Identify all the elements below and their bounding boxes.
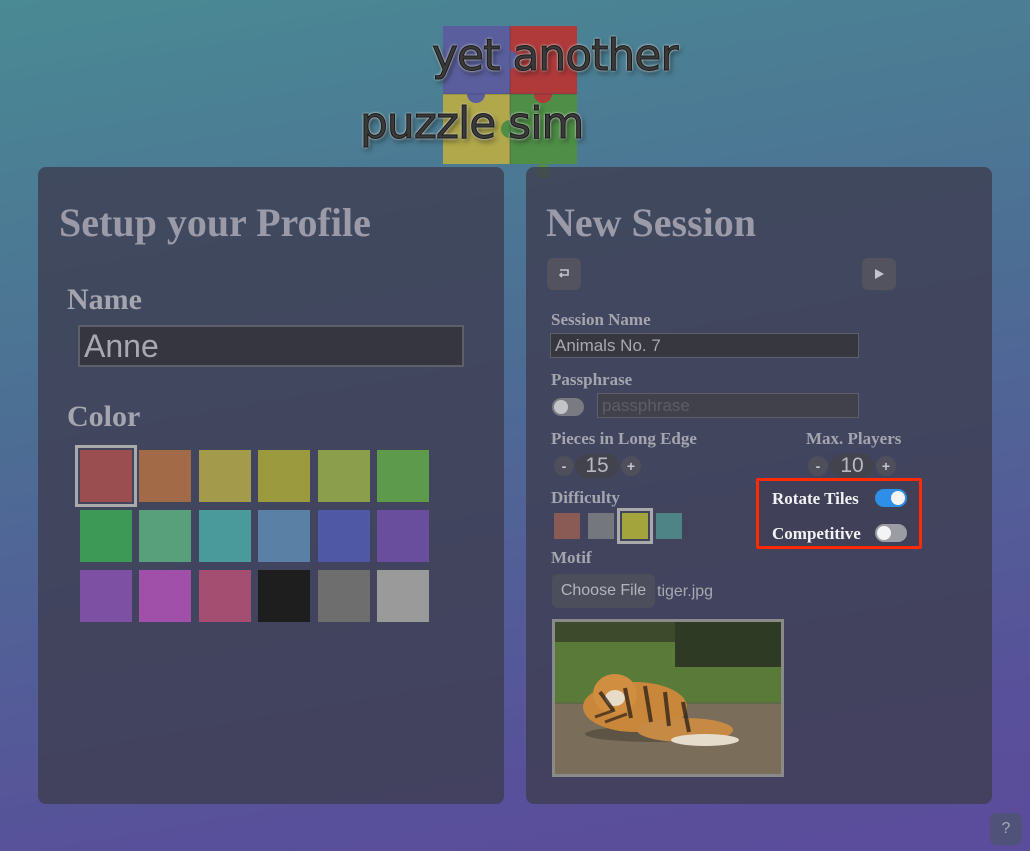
difficulty-option[interactable]	[588, 513, 614, 539]
pieces-value[interactable]: 15	[575, 454, 619, 478]
app-logo: yet another puzzle sim	[0, 0, 1030, 190]
motif-preview-image	[552, 619, 784, 777]
color-swatch[interactable]	[139, 450, 192, 502]
profile-panel: Setup your Profile Name Anne Color	[38, 167, 504, 804]
max-players-label: Max. Players	[806, 429, 902, 448]
name-input[interactable]: Anne	[78, 325, 464, 367]
color-swatch[interactable]	[75, 445, 137, 507]
session-name-input[interactable]: Animals No. 7	[550, 333, 859, 358]
help-button[interactable]: ?	[990, 813, 1022, 845]
color-label: Color	[67, 400, 141, 433]
color-swatch[interactable]	[198, 510, 251, 562]
color-swatch[interactable]	[198, 570, 251, 622]
passphrase-input[interactable]: passphrase	[597, 393, 859, 418]
logo-line-1: yet another	[431, 30, 678, 82]
color-swatch[interactable]	[80, 510, 132, 562]
play-icon	[875, 269, 884, 279]
difficulty-option[interactable]	[617, 508, 653, 544]
color-swatch[interactable]	[317, 570, 370, 622]
players-increment-button[interactable]: +	[876, 456, 896, 476]
rotate-tiles-label: Rotate Tiles	[772, 489, 859, 508]
name-label: Name	[67, 283, 142, 316]
session-name-label: Session Name	[551, 310, 651, 329]
return-arrow-icon	[558, 269, 569, 278]
color-swatch[interactable]	[377, 510, 429, 562]
color-swatch[interactable]	[317, 510, 370, 562]
color-swatch[interactable]	[317, 450, 370, 502]
session-title: New Session	[546, 200, 757, 245]
color-swatch[interactable]	[139, 510, 192, 562]
tiger-image	[555, 622, 781, 774]
competitive-label: Competitive	[772, 524, 861, 543]
difficulty-option[interactable]	[554, 513, 580, 539]
file-name: tiger.jpg	[657, 583, 714, 600]
profile-title: Setup your Profile	[59, 200, 371, 245]
pieces-label: Pieces in Long Edge	[551, 429, 697, 448]
color-swatch[interactable]	[139, 570, 192, 622]
color-swatch[interactable]	[377, 570, 429, 622]
motif-label: Motif	[551, 548, 592, 567]
color-swatch[interactable]	[80, 570, 132, 622]
rotate-tiles-toggle[interactable]	[875, 489, 907, 507]
difficulty-label: Difficulty	[551, 488, 620, 507]
color-swatch[interactable]	[258, 570, 311, 622]
passphrase-toggle[interactable]	[552, 398, 584, 416]
color-swatch[interactable]	[258, 450, 311, 502]
choose-file-button[interactable]: Choose File	[552, 574, 655, 608]
max-players-value[interactable]: 10	[830, 454, 874, 478]
difficulty-option[interactable]	[656, 513, 682, 539]
color-swatch[interactable]	[258, 510, 311, 562]
competitive-toggle[interactable]	[875, 524, 907, 542]
pieces-increment-button[interactable]: +	[621, 456, 641, 476]
start-session-button[interactable]	[862, 258, 896, 290]
players-decrement-button[interactable]: -	[808, 456, 828, 476]
passphrase-label: Passphrase	[551, 370, 633, 389]
back-button[interactable]	[547, 258, 581, 290]
color-swatch[interactable]	[198, 450, 251, 502]
pieces-decrement-button[interactable]: -	[554, 456, 574, 476]
logo-line-2: puzzle sim	[359, 98, 584, 150]
color-swatch[interactable]	[377, 450, 429, 502]
